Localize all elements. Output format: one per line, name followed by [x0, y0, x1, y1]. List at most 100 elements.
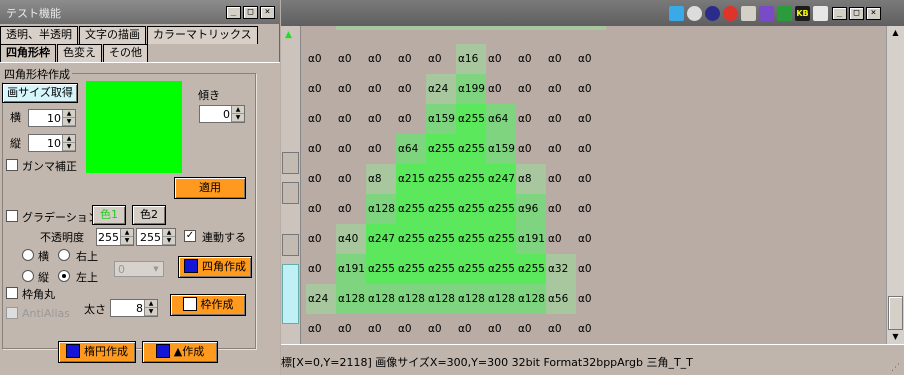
- maximize-icon[interactable]: □: [243, 6, 258, 19]
- tab-color-matrix[interactable]: カラーマトリックス: [147, 26, 258, 44]
- make-ellipse-button[interactable]: 楕円作成: [58, 341, 136, 363]
- chevron-down-icon[interactable]: ▼: [150, 263, 162, 275]
- spinner-arrows-icon[interactable]: ▲ ▼: [162, 229, 175, 245]
- make-frame-button[interactable]: 枠作成: [170, 294, 246, 316]
- grid-cell: α255: [426, 224, 456, 254]
- app-tray-icon[interactable]: [759, 6, 774, 21]
- grid-cell: α0: [548, 143, 562, 155]
- grid-cell: α0: [308, 263, 322, 275]
- checkmark-tray-icon[interactable]: [669, 6, 684, 21]
- height-spinner[interactable]: 10 ▲ ▼: [28, 134, 76, 152]
- gradation-checkbox[interactable]: [6, 210, 18, 222]
- opacity-label: 不透明度: [40, 231, 84, 244]
- radio-upper-left-label: 左上: [76, 271, 98, 284]
- vertical-scrollbar[interactable]: ▲ ▼: [886, 26, 904, 344]
- grid-cell: α40: [336, 224, 366, 254]
- grid-cell: α0: [308, 143, 322, 155]
- tool-window-titlebar[interactable]: テスト機能 _ □ ×: [0, 0, 280, 24]
- gamma-checkbox[interactable]: [6, 159, 18, 171]
- width-spinner[interactable]: 10 ▲ ▼: [28, 109, 76, 127]
- scroll-thumb[interactable]: [888, 296, 903, 330]
- tab-text-draw[interactable]: 文字の描画: [79, 26, 146, 44]
- tab-transparency[interactable]: 透明、半透明: [0, 26, 78, 44]
- spinner-arrows-icon[interactable]: ▲ ▼: [144, 300, 157, 316]
- blue-color-swatch: [155, 344, 170, 358]
- spinner-arrows-icon[interactable]: ▲ ▼: [62, 135, 75, 151]
- strip-slot[interactable]: [282, 182, 299, 204]
- grid-cell: α0: [428, 323, 442, 335]
- grid-cell: α247: [486, 164, 516, 194]
- grid-cell: α255: [456, 194, 486, 224]
- keyboard-tray-icon[interactable]: KB: [795, 6, 810, 21]
- minimize-icon[interactable]: _: [226, 6, 241, 19]
- minimize-icon[interactable]: _: [832, 7, 847, 20]
- resize-grip-icon[interactable]: ⋰: [891, 363, 900, 373]
- radio-vertical[interactable]: [22, 270, 34, 282]
- opacity2-spinner[interactable]: 255 ▲ ▼: [136, 228, 176, 246]
- strip-slot[interactable]: [282, 152, 299, 174]
- radio-horizontal[interactable]: [22, 249, 34, 261]
- grid-cell: α255: [426, 164, 456, 194]
- spreadsheet-tray-icon[interactable]: [777, 6, 792, 21]
- clock-tray-icon[interactable]: [813, 6, 828, 21]
- color2-button[interactable]: 色2: [132, 205, 166, 225]
- radio-upper-right[interactable]: [58, 249, 70, 261]
- opacity1-spinner[interactable]: 255 ▲ ▼: [96, 228, 134, 246]
- viewer-titlebar[interactable]: KB _ □ ×: [281, 0, 904, 26]
- grid-cell: α128: [366, 284, 396, 314]
- linked-label: 連動する: [202, 231, 246, 244]
- grid-cell: α128: [516, 284, 546, 314]
- status-text: 標[X=0,Y=2118] 画像サイズX=300,Y=300 32bit For…: [281, 356, 693, 369]
- thumbnail-strip[interactable]: ▲: [281, 26, 301, 344]
- make-rect-button[interactable]: 四角作成: [178, 256, 252, 278]
- grid-cell: α128: [366, 194, 396, 224]
- linked-checkbox[interactable]: ✓: [184, 230, 196, 242]
- grid-cell: α8: [516, 164, 546, 194]
- scroll-up-icon[interactable]: ▲: [888, 26, 903, 40]
- strip-thumbnail[interactable]: [282, 264, 299, 324]
- grid-cell: α255: [396, 224, 426, 254]
- antialias-checkbox[interactable]: [6, 307, 18, 319]
- tilt-spinner[interactable]: 0 ▲ ▼: [199, 105, 245, 123]
- round-corner-checkbox[interactable]: [6, 287, 18, 299]
- grid-cell: α128: [336, 284, 366, 314]
- close-icon[interactable]: ×: [866, 7, 881, 20]
- radio-upper-left[interactable]: [58, 270, 70, 282]
- grid-cell: α255: [486, 224, 516, 254]
- refresh-tray-icon[interactable]: [687, 6, 702, 21]
- maximize-icon[interactable]: □: [849, 7, 864, 20]
- grid-cell: α255: [456, 104, 486, 134]
- make-triangle-button[interactable]: ▲作成: [142, 341, 218, 363]
- tab-color-change[interactable]: 色変え: [57, 44, 102, 62]
- direction-dropdown[interactable]: 0 ▼: [114, 261, 164, 277]
- tab-other[interactable]: その他: [103, 44, 148, 62]
- grid-cell: α255: [456, 134, 486, 164]
- grid-cell: α0: [308, 233, 322, 245]
- color1-button[interactable]: 色1: [92, 205, 126, 225]
- rect-frame-panel: 四角形枠作成 画サイズ取得 傾き 0 ▲ ▼ 横 10 ▲ ▼ 縦 10 ▲ ▼ ガン…: [0, 62, 280, 375]
- spinner-arrows-icon[interactable]: ▲ ▼: [120, 229, 133, 245]
- face-tray-icon[interactable]: [723, 6, 738, 21]
- get-image-size-button[interactable]: 画サイズ取得: [2, 83, 78, 103]
- grid-cell: α255: [426, 134, 456, 164]
- grid-cell: α0: [308, 173, 322, 185]
- thickness-spinner[interactable]: 8 ▲ ▼: [110, 299, 158, 317]
- grid-cell: α0: [548, 233, 562, 245]
- close-icon[interactable]: ×: [260, 6, 275, 19]
- grid-cell: α0: [338, 173, 352, 185]
- grid-cell: α0: [578, 113, 592, 125]
- scroll-down-icon[interactable]: ▼: [888, 330, 903, 344]
- spinner-arrows-icon[interactable]: ▲ ▼: [62, 110, 75, 126]
- grid-cell: α0: [578, 233, 592, 245]
- status-bar: 標[X=0,Y=2118] 画像サイズX=300,Y=300 32bit For…: [281, 344, 904, 375]
- shortcut-tray-icon[interactable]: [741, 6, 756, 21]
- grid-cell: α0: [488, 53, 502, 65]
- spinner-arrows-icon[interactable]: ▲ ▼: [231, 106, 244, 122]
- strip-slot[interactable]: [282, 234, 299, 256]
- apply-button[interactable]: 適用: [174, 177, 246, 199]
- globe-tray-icon[interactable]: [705, 6, 720, 21]
- grid-cell: α255: [456, 224, 486, 254]
- grid-cell: α0: [338, 113, 352, 125]
- tab-rect-frame[interactable]: 四角形枠: [0, 44, 56, 62]
- width-label: 横: [10, 111, 21, 124]
